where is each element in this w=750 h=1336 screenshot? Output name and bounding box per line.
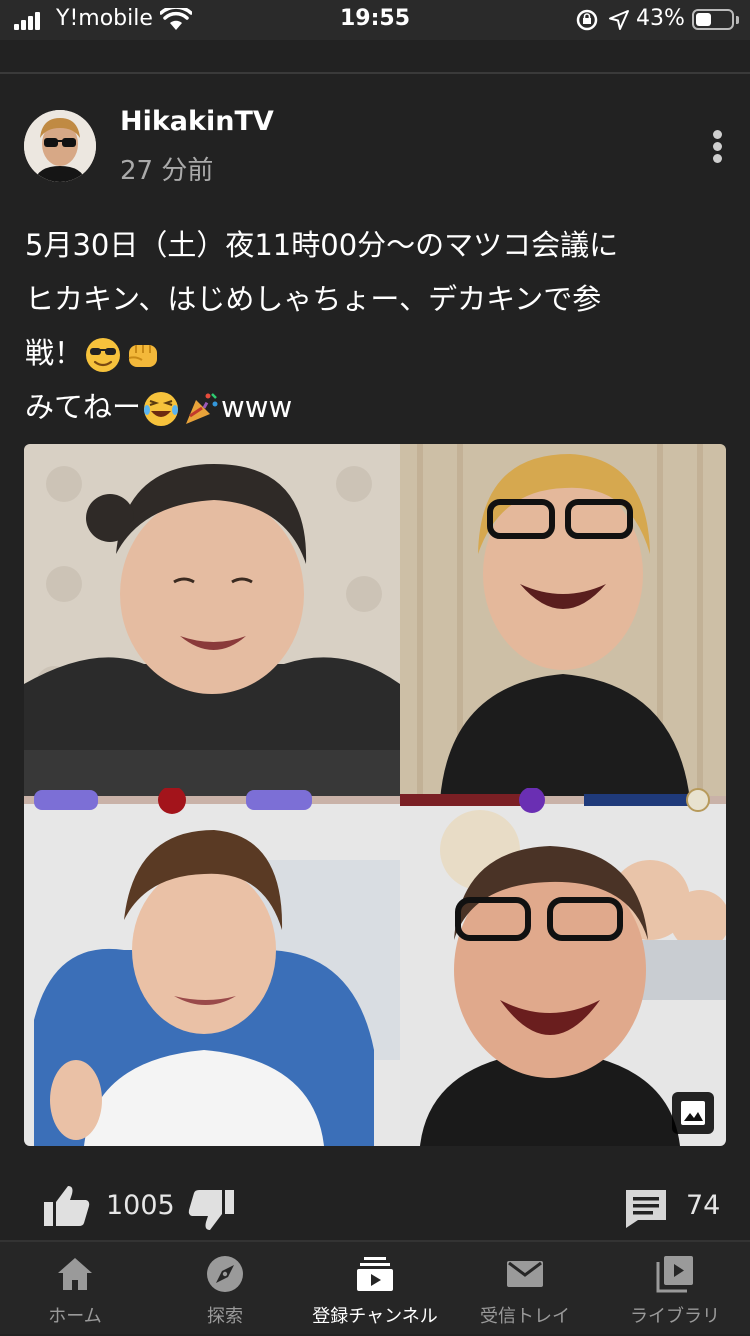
image-panel-bottom-left [24,800,400,1146]
image-gallery-icon[interactable] [672,1092,714,1134]
post-text-line: ヒカキン、はじめしゃちょー、デカキンで参 [25,282,602,316]
library-icon [656,1256,693,1293]
battery-percent: 43% [636,6,685,31]
inbox-icon [507,1261,543,1287]
avatar-image [24,110,96,182]
battery-icon [692,9,734,30]
nav-label: ライブラリ [630,1306,720,1327]
battery-cap [736,16,739,24]
post-text-fragment: みてねー [25,390,142,424]
nav-label: 登録チャンネル [312,1306,438,1327]
sunglasses-emoji [86,338,121,372]
more-options-button[interactable] [700,126,736,166]
fist-emoji [128,345,158,367]
bottom-navigation: ホーム 探索 登録チャンネル 受信トレイ ライブラリ [0,1240,750,1334]
comment-count: 74 [686,1190,721,1221]
nav-explore[interactable]: 探索 [150,1242,300,1336]
post-text-suffix: www [221,390,293,424]
subscriptions-icon [357,1257,393,1291]
nav-home[interactable]: ホーム [0,1242,150,1336]
home-icon [58,1258,92,1290]
nav-inbox[interactable]: 受信トレイ [450,1242,600,1336]
explore-icon [207,1256,243,1292]
image-panel-top-left [24,444,400,800]
nav-label: 受信トレイ [480,1306,570,1327]
like-count: 1005 [106,1190,175,1221]
channel-avatar[interactable] [24,110,96,182]
post-text-line: みてねー www [25,380,715,434]
post-text-line: 戦！ [25,326,715,380]
post-text: 5月30日（土）夜11時00分～のマツコ会議に ヒカキン、はじめしゃちょー、デカ… [25,218,715,434]
status-bar: Y!mobile 19:55 43% [0,0,750,40]
post-text-fragment: 戦！ [25,336,84,370]
image-decoration-band [24,788,726,814]
dislike-button[interactable] [186,1186,238,1234]
location-arrow-icon [609,10,629,30]
nav-library[interactable]: ライブラリ [600,1242,750,1336]
top-divider [0,72,750,74]
post-timestamp: 27 分前 [120,156,214,186]
post-text-line: 5月30日（土）夜11時00分～のマツコ会議に [25,228,619,262]
channel-name[interactable]: HikakinTV [120,106,274,137]
nav-label: 探索 [207,1306,243,1327]
comment-button[interactable] [624,1186,668,1230]
party-popper-emoji [186,393,218,424]
nav-subscriptions[interactable]: 登録チャンネル [300,1242,450,1336]
like-button[interactable] [40,1182,92,1230]
image-panel-top-right [400,444,726,800]
laughing-tears-emoji [144,392,179,426]
rotation-lock-icon [576,9,598,31]
post-image[interactable] [24,444,726,1146]
battery-level [696,13,711,26]
nav-label: ホーム [48,1306,102,1327]
